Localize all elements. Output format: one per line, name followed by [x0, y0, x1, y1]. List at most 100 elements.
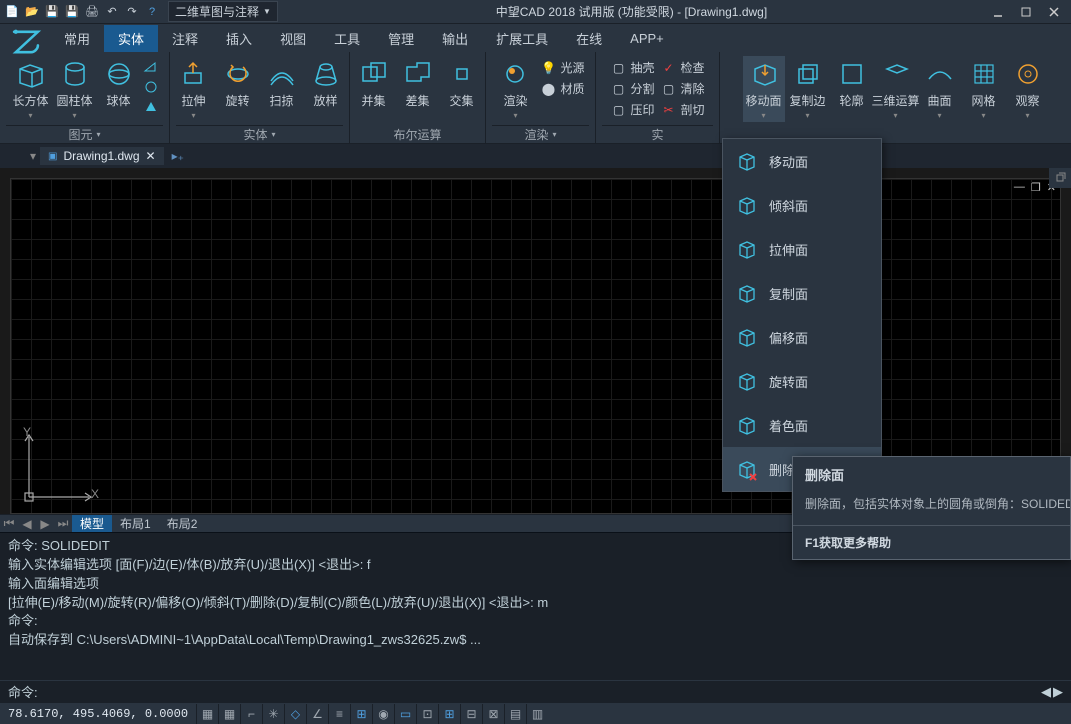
cycle-toggle[interactable]: ◉	[372, 704, 394, 724]
sb-misc3[interactable]: ⊟	[460, 704, 482, 724]
loft-button[interactable]: 放样	[305, 56, 347, 111]
coordinates-readout[interactable]: 78.6170, 495.4069, 0.0000	[0, 707, 196, 721]
sb-misc4[interactable]: ⊠	[482, 704, 504, 724]
face-op-icon	[735, 369, 759, 393]
cmd-scroll-right[interactable]: ▶	[1053, 684, 1063, 700]
mdi-minimize[interactable]: —	[1014, 181, 1025, 194]
snap-toggle[interactable]: ▦	[196, 704, 218, 724]
dropdown-item-6[interactable]: 着色面	[723, 403, 881, 447]
ribbon-tab-4[interactable]: 视图	[266, 25, 320, 52]
sb-misc6[interactable]: ▥	[526, 704, 548, 724]
ribbon-tab-8[interactable]: 扩展工具	[482, 25, 562, 52]
surface-button[interactable]: 曲面▾	[919, 56, 961, 122]
ribbon-tab-10[interactable]: APP+	[616, 27, 678, 50]
sb-misc5[interactable]: ▤	[504, 704, 526, 724]
help-icon[interactable]: ?	[144, 4, 160, 20]
subtract-button[interactable]: 差集	[397, 56, 439, 111]
app-logo[interactable]	[6, 22, 46, 62]
light-button[interactable]: 💡光源	[538, 58, 586, 77]
ribbon-panel-solid: 拉伸▾ 旋转 扫掠 放样 实体▾	[170, 52, 350, 143]
layout-last[interactable]: ⏭	[54, 516, 72, 531]
redo-icon[interactable]: ↷	[124, 4, 140, 20]
ribbon-tab-7[interactable]: 输出	[428, 25, 482, 52]
saveas-icon[interactable]: 💾	[64, 4, 80, 20]
wedge-button[interactable]	[142, 58, 160, 76]
sphere-button[interactable]: 球体	[98, 56, 140, 111]
ribbon-tab-6[interactable]: 管理	[374, 25, 428, 52]
dropdown-item-5[interactable]: 旋转面	[723, 359, 881, 403]
new-icon[interactable]: 📄	[4, 4, 20, 20]
silhouette-button[interactable]: 轮廓	[831, 56, 873, 111]
minimize-button[interactable]	[985, 2, 1011, 22]
extrude-button[interactable]: 拉伸▾	[173, 56, 215, 122]
sb-misc1[interactable]: ⊡	[416, 704, 438, 724]
lwt-toggle[interactable]: ≡	[328, 704, 350, 724]
ribbon-tab-3[interactable]: 插入	[212, 25, 266, 52]
material-button[interactable]: ⬤材质	[538, 79, 586, 98]
cmd-scroll-left[interactable]: ◀	[1041, 684, 1051, 700]
document-tab[interactable]: ▣ Drawing1.dwg ✕	[40, 147, 164, 165]
otrack-toggle[interactable]: ∠	[306, 704, 328, 724]
model-toggle[interactable]: ▭	[394, 704, 416, 724]
ribbon-tab-1[interactable]: 实体	[104, 25, 158, 52]
layout-tab-1[interactable]: 布局1	[112, 515, 159, 532]
close-tab-icon[interactable]: ✕	[146, 149, 156, 163]
layout-prev[interactable]: ◀	[18, 517, 36, 531]
ortho-toggle[interactable]: ⌐	[240, 704, 262, 724]
slice-button[interactable]: ▢分割	[608, 79, 656, 98]
dyn-toggle[interactable]: ⊞	[350, 704, 372, 724]
open-icon[interactable]: 📂	[24, 4, 40, 20]
sweep-button[interactable]: 扫掠	[261, 56, 303, 111]
polar-toggle[interactable]: ✳	[262, 704, 284, 724]
ribbon-tab-9[interactable]: 在线	[562, 25, 616, 52]
layout-tab-2[interactable]: 布局2	[159, 515, 206, 532]
workspace-dropdown[interactable]: 二维草图与注释 ▼	[168, 1, 278, 22]
save-icon[interactable]: 💾	[44, 4, 60, 20]
add-tab-button[interactable]: ▸₊	[172, 149, 184, 163]
dropdown-item-2[interactable]: 拉伸面	[723, 227, 881, 271]
print-icon[interactable]: 🖨	[84, 4, 100, 20]
ribbon-tab-2[interactable]: 注释	[158, 25, 212, 52]
ribbon-tab-5[interactable]: 工具	[320, 25, 374, 52]
render-button[interactable]: 渲染▾	[494, 56, 536, 122]
dropdown-item-4[interactable]: 偏移面	[723, 315, 881, 359]
intersect-button[interactable]: 交集	[441, 56, 483, 111]
revolve-button[interactable]: 旋转	[217, 56, 259, 111]
union-button[interactable]: 并集	[353, 56, 395, 111]
clean-button[interactable]: ▢清除	[659, 79, 707, 98]
dropdown-item-3[interactable]: 复制面	[723, 271, 881, 315]
mesh-button[interactable]: 网格▾	[963, 56, 1005, 122]
imprint-button[interactable]: ▢压印	[608, 100, 656, 119]
command-line: 自动保存到 C:\Users\ADMINI~1\AppData\Local\Te…	[8, 631, 1063, 650]
undo-icon[interactable]: ↶	[104, 4, 120, 20]
moveface-dropdown: 移动面倾斜面拉伸面复制面偏移面旋转面着色面删除面	[722, 138, 882, 492]
layout-next[interactable]: ▶	[36, 517, 54, 531]
command-input[interactable]: 命令: ◀ ▶	[0, 680, 1071, 702]
cylinder-button[interactable]: 圆柱体▾	[54, 56, 96, 122]
shell-button[interactable]: ▢抽壳	[608, 58, 656, 77]
ribbon-tab-0[interactable]: 常用	[50, 25, 104, 52]
right-palette-handle[interactable]	[1049, 168, 1071, 188]
3dops-button[interactable]: 三维运算▾	[875, 56, 917, 122]
ribbon: 长方体▾ 圆柱体▾ 球体 图元▾ 拉伸▾ 旋转 扫掠 放样 实体▾ 并集 差集 …	[0, 52, 1071, 144]
torus-button[interactable]	[142, 78, 160, 96]
face-op-icon	[735, 325, 759, 349]
sb-misc2[interactable]: ⊞	[438, 704, 460, 724]
cone-button[interactable]	[142, 98, 160, 116]
box-button[interactable]: 长方体▾	[10, 56, 52, 122]
moveface-button[interactable]: 移动面▾	[743, 56, 785, 122]
dropdown-item-1[interactable]: 倾斜面	[723, 183, 881, 227]
grid-toggle[interactable]: ▦	[218, 704, 240, 724]
section-button[interactable]: ✂剖切	[659, 100, 707, 119]
mdi-restore[interactable]: ❐	[1031, 181, 1041, 194]
tab-list-icon[interactable]: ▾	[30, 149, 36, 163]
close-button[interactable]	[1041, 2, 1067, 22]
osnap-toggle[interactable]: ◇	[284, 704, 306, 724]
copyedge-button[interactable]: 复制边▾	[787, 56, 829, 122]
check-button[interactable]: ✓检查	[659, 58, 707, 77]
layout-first[interactable]: ⏮	[0, 516, 18, 531]
maximize-button[interactable]	[1013, 2, 1039, 22]
layout-tab-0[interactable]: 模型	[72, 515, 112, 532]
view-button[interactable]: 观察▾	[1007, 56, 1049, 122]
dropdown-item-0[interactable]: 移动面	[723, 139, 881, 183]
